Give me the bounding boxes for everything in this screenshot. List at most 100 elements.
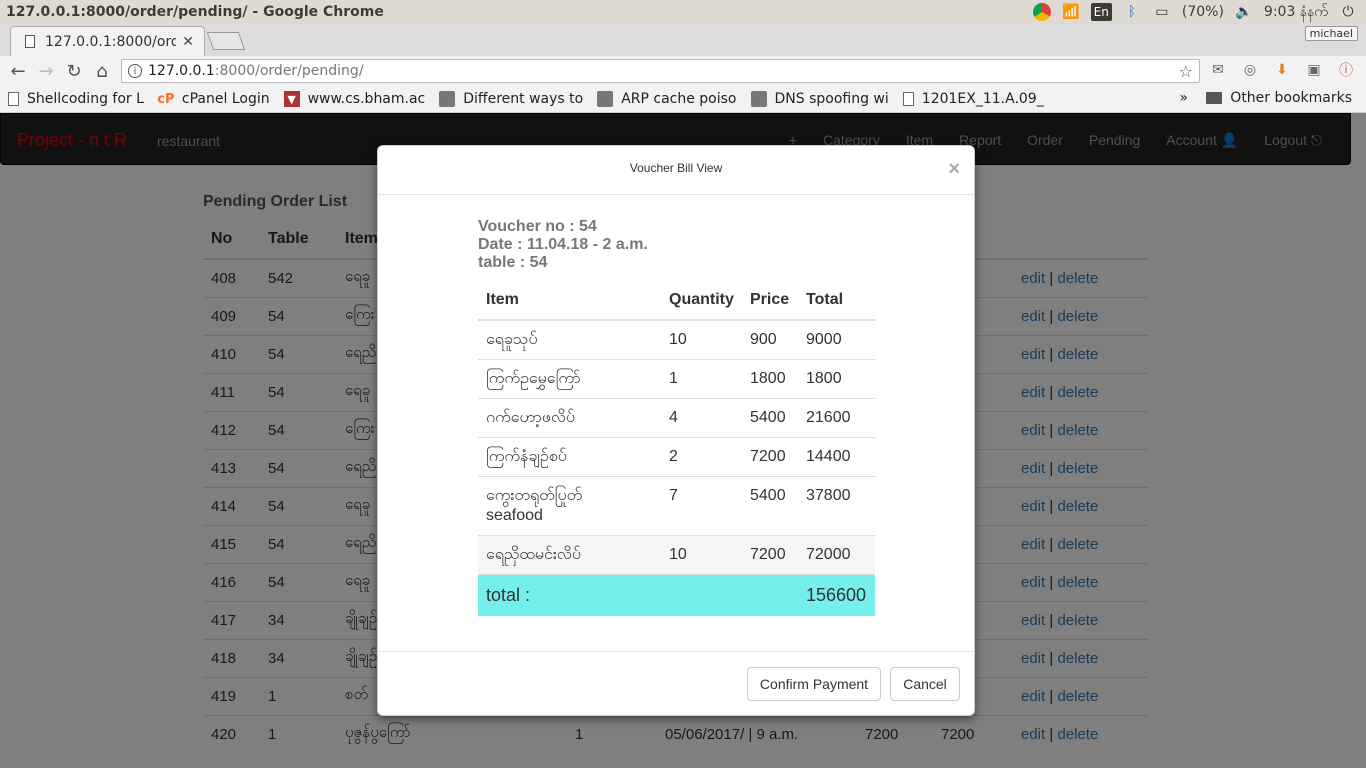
bill-row: ဂက်ဟော့ဖလိပ် 4 5400 21600 [478, 398, 875, 438]
keyboard-language-indicator[interactable]: En [1090, 3, 1112, 21]
wifi-icon[interactable]: 📶 [1061, 3, 1081, 21]
bill-price: 7200 [742, 437, 798, 477]
bookmark-item[interactable]: ▼ www.cs.bham.ac [283, 91, 425, 107]
bill-total: 37800 [798, 476, 875, 536]
voucher-modal: Voucher Bill View × Voucher no : 54 Date… [377, 145, 975, 716]
bill-price: 7200 [742, 535, 798, 575]
bill-quantity: 10 [661, 535, 742, 575]
reload-icon[interactable]: ↻ [60, 57, 88, 85]
voucher-date: Date : 11.04.18 - 2 a.m. [478, 236, 648, 253]
total-label: total : [478, 574, 661, 616]
bill-header-row: Item Quantity Price Total [478, 280, 875, 321]
bill-quantity: 4 [661, 398, 742, 438]
bill-item-name: ကြက်နံချဉ်စပ် [486, 448, 567, 465]
browser-toolbar: ← → ↻ ⌂ i 127.0.0.1:8000/order/pending/ … [0, 56, 1366, 86]
battery-icon[interactable]: ▭ [1152, 3, 1172, 21]
url-host: 127.0.0.1 [148, 63, 215, 79]
bill-item-name: ရေညှိထမင်းလိပ် [486, 546, 582, 563]
bill-total: 14400 [798, 437, 875, 477]
bill-row: ရေညှိထမင်းလိပ် 10 7200 72000 [478, 535, 875, 575]
bookmark-item[interactable]: Different ways to [439, 91, 583, 107]
battery-percent: (70%) [1181, 4, 1224, 20]
voucher-number: Voucher no : 54 [478, 218, 597, 235]
bill-row: ကြက်ဥမွှေကြော် 1 1800 1800 [478, 359, 875, 399]
bill-item: ကြက်နံချဉ်စပ် [478, 437, 661, 477]
bill-item: ကွေးတရုတ်ပြုတ် seafood [478, 476, 661, 536]
alert-icon[interactable]: ⓘ [1336, 60, 1356, 80]
page-icon [8, 92, 19, 106]
bill-item-name: ဂက်ဟော့ဖလိပ် [486, 409, 575, 426]
os-top-bar: 127.0.0.1:8000/order/pending/ - Google C… [0, 0, 1366, 24]
more-bookmarks-icon[interactable]: » [1179, 90, 1188, 106]
modal-footer: Confirm Payment Cancel [378, 651, 974, 715]
download-icon[interactable]: ⬇ [1272, 60, 1292, 80]
bill-col-quantity: Quantity [661, 280, 742, 321]
bill-total-row: total : 156600 [478, 574, 875, 616]
back-icon[interactable]: ← [4, 57, 32, 85]
bookmark-item[interactable]: ARP cache poiso [597, 91, 737, 107]
bill-table: Item Quantity Price Total ရေခူသုပ် 10 900 9… [478, 280, 875, 616]
profile-button[interactable]: michael [1304, 26, 1358, 41]
bill-quantity: 2 [661, 437, 742, 477]
power-icon[interactable]: ⏻ [1338, 3, 1358, 21]
voucher-info: Voucher no : 54 Date : 11.04.18 - 2 a.m.… [478, 218, 648, 272]
info-icon[interactable]: i [128, 64, 142, 78]
bill-row: ကြက်နံချဉ်စပ် 2 7200 14400 [478, 437, 875, 477]
home-icon[interactable]: ⌂ [88, 57, 116, 85]
bill-item: ကြက်ဥမွှေကြော် [478, 359, 661, 399]
url-path: :8000/order/pending/ [214, 63, 364, 79]
cpanel-icon: cP [157, 91, 175, 107]
bill-item: ရေခူသုပ် [478, 319, 661, 360]
other-bookmarks[interactable]: Other bookmarks [1206, 90, 1352, 106]
page-icon [25, 35, 35, 48]
chrome-icon[interactable] [1032, 3, 1051, 21]
bill-row: ရေခူသုပ် 10 900 9000 [478, 319, 875, 360]
bill-price: 5400 [742, 398, 798, 438]
clock[interactable]: 9:03 နံနက် [1264, 2, 1328, 23]
confirm-payment-button[interactable]: Confirm Payment [747, 667, 881, 701]
cancel-button[interactable]: Cancel [890, 667, 960, 701]
folder-icon [1206, 92, 1223, 104]
bill-price: 5400 [742, 476, 798, 536]
extension-icon[interactable]: ◎ [1240, 60, 1260, 80]
bill-total: 1800 [798, 359, 875, 399]
bookmark-item[interactable]: cP cPanel Login [157, 91, 269, 107]
web-page: Project - n t R restaurant + Category It… [0, 113, 1366, 768]
bookmark-item[interactable]: 1201EX_11.A.09_ [902, 91, 1044, 107]
bill-price: 900 [742, 319, 798, 360]
modal-title: Voucher Bill View [629, 161, 723, 175]
forward-icon[interactable]: → [32, 57, 60, 85]
bill-col-total: Total [798, 280, 875, 321]
bill-item: ဂက်ဟော့ဖလိပ် [478, 398, 661, 438]
close-tab-icon[interactable]: ✕ [182, 34, 194, 50]
bill-total: 21600 [798, 398, 875, 438]
total-value: 156600 [798, 574, 875, 616]
pocket-icon[interactable]: ▣ [1304, 60, 1324, 80]
bill-row: ကွေးတရုတ်ပြုတ် seafood 7 5400 37800 [478, 476, 875, 536]
bill-item-name: ရေခူသုပ် [486, 331, 538, 348]
close-icon[interactable]: × [948, 158, 960, 181]
avatar-icon [439, 91, 456, 107]
avatar-icon [750, 91, 767, 107]
bill-item-name: ကြက်ဥမွှေကြော် [486, 370, 581, 387]
tab-strip: 127.0.0.1:8000/orde ✕ michael [0, 24, 1366, 56]
window-title: 127.0.0.1:8000/order/pending/ - Google C… [6, 4, 384, 20]
bill-item-name: ကွေးတရုတ်ပြုတ် [486, 487, 583, 504]
bill-col-price: Price [742, 280, 798, 321]
new-tab-button[interactable] [206, 32, 246, 50]
bookmark-star-icon[interactable]: ☆ [1179, 62, 1193, 81]
bookmark-item[interactable]: DNS spoofing wi [750, 91, 889, 107]
page-icon [902, 92, 914, 106]
bluetooth-icon[interactable]: ᛒ [1122, 3, 1142, 21]
uni-crest-icon: ▼ [283, 91, 300, 107]
volume-icon[interactable]: 🔈 [1234, 3, 1254, 21]
bill-quantity: 1 [661, 359, 742, 399]
mail-extension-icon[interactable]: ✉ [1208, 60, 1228, 80]
voucher-table: table : 54 [478, 254, 548, 271]
browser-tab[interactable]: 127.0.0.1:8000/orde ✕ [10, 26, 205, 56]
tab-title: 127.0.0.1:8000/orde [45, 33, 177, 50]
modal-header: Voucher Bill View × [378, 146, 974, 195]
bookmark-item[interactable]: Shellcoding for L [8, 91, 144, 107]
address-bar[interactable]: i 127.0.0.1:8000/order/pending/ ☆ [121, 59, 1200, 83]
system-tray: 📶 En ᛒ ▭ (70%) 🔈 9:03 နံနက် ⏻ [1032, 0, 1358, 24]
